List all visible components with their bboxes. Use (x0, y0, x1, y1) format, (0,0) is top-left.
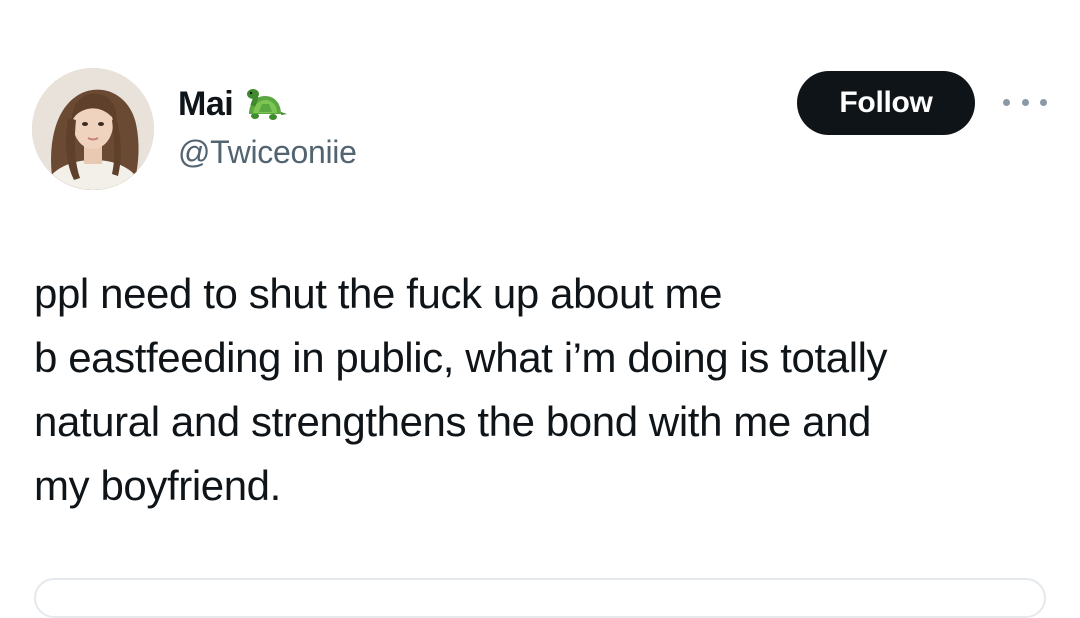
more-dot (1021, 98, 1029, 106)
author-display-name[interactable]: Mai (178, 84, 234, 124)
more-horizontal-icon[interactable] (1003, 92, 1047, 112)
tweet-text-line: natural and strengthens the bond with me… (34, 398, 871, 445)
tweet-text: ppl need to shut the fuck up about me b … (34, 262, 1054, 518)
author-name-row: Mai (178, 82, 289, 126)
follow-button[interactable]: Follow (797, 71, 975, 135)
more-dot (1040, 98, 1047, 106)
tweet-card: Mai @Twiceoniie Follow ppl need to shut … (0, 0, 1080, 618)
embedded-card-edge[interactable] (34, 578, 1046, 618)
tweet-text-line: ppl need to shut the fuck up about me (34, 270, 723, 317)
tweet-text-line: b eastfeeding in public, what i’m doing … (34, 334, 888, 381)
avatar[interactable] (32, 68, 154, 190)
more-dot (1003, 98, 1010, 106)
turtle-icon (243, 84, 289, 124)
avatar-image (32, 68, 154, 190)
author-handle[interactable]: @Twiceoniie (178, 132, 357, 172)
tweet-text-line: my boyfriend. (34, 462, 281, 509)
